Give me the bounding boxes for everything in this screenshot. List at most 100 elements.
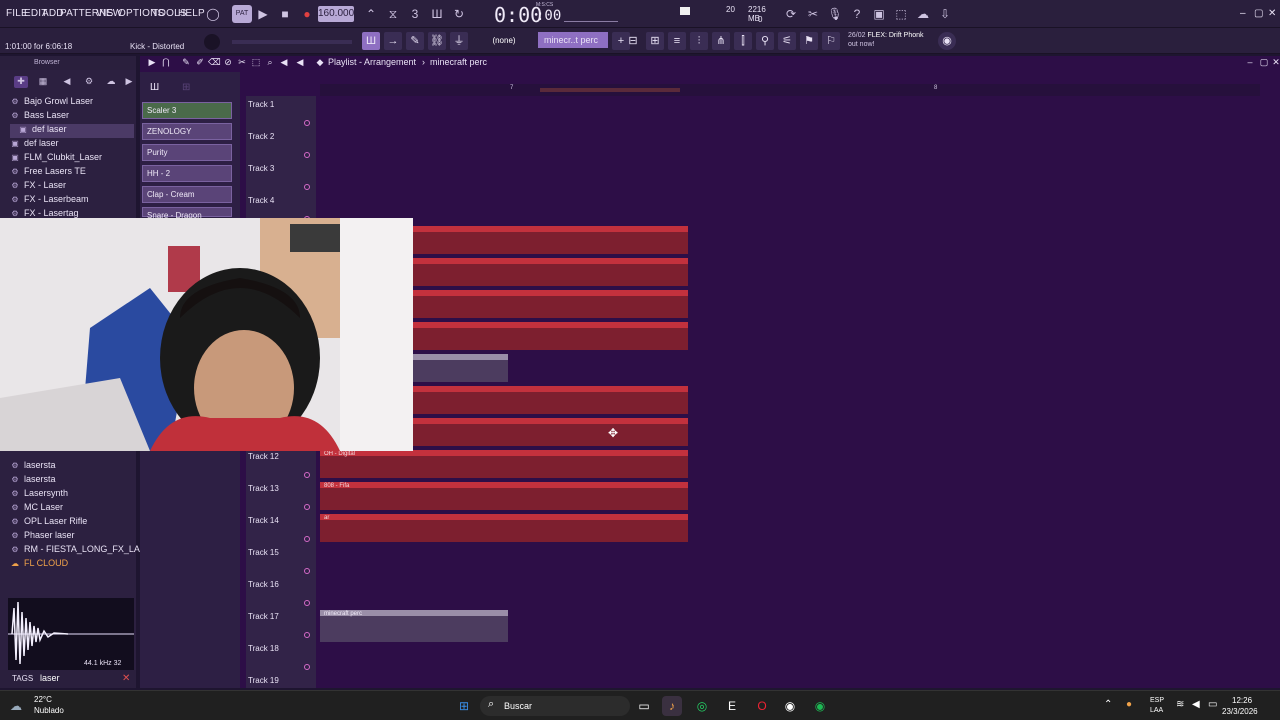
blend-icon[interactable]: Ш [428,5,446,23]
wifi-icon[interactable]: ≋ [1176,699,1184,710]
browser-item[interactable]: ⚙ RM - FIESTA_LONG_FX_LASER [10,544,158,558]
start-icon[interactable]: ⊞ [454,696,474,716]
playlist-close-icon[interactable]: ✕ [1270,57,1280,69]
master-pitch-knob[interactable] [204,34,220,50]
loop-region[interactable] [540,88,680,92]
volume-icon[interactable]: ◀ [1192,699,1200,710]
weather-temp[interactable]: 22°C [34,695,52,704]
track-mute-dot[interactable] [304,120,310,126]
browser-item[interactable]: ⚙ FX - Laser [10,180,66,194]
channel-rack-icon[interactable]: ⊟ [624,32,642,50]
delete-tool-icon[interactable]: ⌫ [208,57,221,69]
opera-icon[interactable]: O [752,696,772,716]
track-label[interactable]: Track 17 [248,612,279,621]
track-label[interactable]: Track 16 [248,580,279,589]
chat-icon[interactable]: ☁ [914,5,932,23]
playlist-minimize-icon[interactable]: – [1244,57,1256,69]
track-label[interactable]: Track 3 [248,164,274,173]
pattern-none-selector[interactable]: (none) [480,34,528,48]
account-icon[interactable]: ◉ [938,32,956,50]
plugin-icon[interactable]: ⬚ [892,5,910,23]
pattern-nav-icon[interactable]: ⊞ [182,82,190,93]
minimize-icon[interactable]: – [1240,8,1246,19]
metronome-icon[interactable]: ⌃ [362,5,380,23]
track-mute-dot[interactable] [304,600,310,606]
download-icon[interactable]: ⇩ [936,5,954,23]
mute-tool-icon[interactable]: ⊘ [222,57,234,69]
brush-icon[interactable]: ✎ [406,32,424,50]
track-mute-dot[interactable] [304,504,310,510]
track-mute-dot[interactable] [304,568,310,574]
tags-filter-input[interactable]: laser [40,673,60,683]
track-label[interactable]: Track 18 [248,644,279,653]
language-code[interactable]: ESP [1150,697,1164,704]
browser-item[interactable]: ⚙ Bass Laser [10,110,69,124]
audio-clip-oh-digital[interactable]: OH - Digital [320,450,688,478]
piano-icon[interactable]: Ш [150,82,159,93]
zoom-tool-icon[interactable]: ⌕ [264,57,276,69]
track-label[interactable]: Track 1 [248,100,274,109]
browser-item[interactable]: ⚙ lasersta [10,474,55,488]
piano-roll-icon[interactable]: ⊞ [646,32,664,50]
browser-item[interactable]: ⚙ Phaser laser [10,530,74,544]
arrow-icon[interactable]: → [384,32,402,50]
master-volume-slider[interactable] [564,6,618,22]
timeline-ruler[interactable]: 7 8 [320,84,1260,96]
draw-tool-icon[interactable]: ✎ [180,57,192,69]
spotify-icon[interactable]: ◉ [810,696,830,716]
refresh-icon[interactable]: ⟳ [782,5,800,23]
mixer-icon[interactable]: ⫶ [690,32,708,50]
plugin-picker-icon[interactable]: ⚲ [756,32,774,50]
browser-item[interactable]: ▣ FLM_Clubkit_Laser [10,152,102,166]
snap-magnet-icon[interactable]: ⋂ [160,57,172,69]
menu-help[interactable]: HELP [178,8,205,19]
countdown-icon[interactable]: 3 [406,5,424,23]
track-label[interactable]: Track 15 [248,548,279,557]
playlist-menu-icon[interactable]: ▶ [146,57,158,69]
wait-icon[interactable]: ⧖ [384,5,402,23]
loop-icon[interactable]: ↻ [450,5,468,23]
video-icon[interactable]: ⚑ [800,32,818,50]
track-mute-dot[interactable] [304,472,310,478]
browser-item[interactable]: ⚙ Free Lasers TE [10,166,85,180]
audio-clip-808[interactable]: 808 - Fifa [320,482,688,510]
pattern-item[interactable]: ZENOLOGY [142,123,232,140]
tempo-display[interactable]: 160.000 [318,6,354,22]
close-icon[interactable]: ✕ [1268,8,1276,19]
browser-back-icon[interactable]: ◀ [60,76,74,88]
playlist-icon[interactable]: ≡ [668,32,686,50]
browser-settings-icon[interactable]: ⚙ [82,76,96,88]
pattern-selector[interactable]: minecr..t perc [538,32,608,48]
track-mute-dot[interactable] [304,184,310,190]
clock-date[interactable]: 23/3/2026 [1222,707,1258,716]
stop-icon[interactable]: ■ [276,5,294,23]
mixer-link-icon[interactable]: ✂ [804,5,822,23]
browser-item-fl-cloud[interactable]: ☁ FL CLOUD [10,558,68,572]
browser-cloud-icon[interactable]: ☁ [104,76,118,88]
track-label[interactable]: Track 13 [248,484,279,493]
loop-record-icon[interactable]: ◯ [204,5,222,23]
track-mute-dot[interactable] [304,664,310,670]
browser-item[interactable]: ⚙ OPL Laser Rifle [10,516,87,530]
pattern-item[interactable]: Purity [142,144,232,161]
browser-item-selected[interactable]: ▣ def laser [10,124,134,138]
maximize-icon[interactable]: ▢ [1254,8,1263,19]
shop-icon[interactable]: ⚐ [822,32,840,50]
pattern-item[interactable]: Scaler 3 [142,102,232,119]
paint-tool-icon[interactable]: ✐ [194,57,206,69]
link-icon[interactable]: ⛓ [428,32,446,50]
track-label[interactable]: Track 12 [248,452,279,461]
browser-folder-icon[interactable]: ▦ [36,76,50,88]
keyboard-layout[interactable]: LAA [1150,707,1163,714]
tray-chevron-icon[interactable]: ⌃ [1104,699,1112,710]
track-mute-dot[interactable] [304,632,310,638]
slice-tool-icon[interactable]: ✂ [236,57,248,69]
browser-icon[interactable]: ⋔ [712,32,730,50]
clear-tags-icon[interactable]: ✕ [122,673,130,684]
browser-item[interactable]: ⚙ FX - Laserbeam [10,194,88,208]
playback-tool-icon[interactable]: ◀ [278,57,290,69]
whatsapp-icon[interactable]: ◎ [692,696,712,716]
fl-studio-icon[interactable]: ♪ [662,696,682,716]
tray-mic-icon[interactable]: ● [1126,699,1132,710]
tempo-tapper-icon[interactable]: ⫿ [734,32,752,50]
